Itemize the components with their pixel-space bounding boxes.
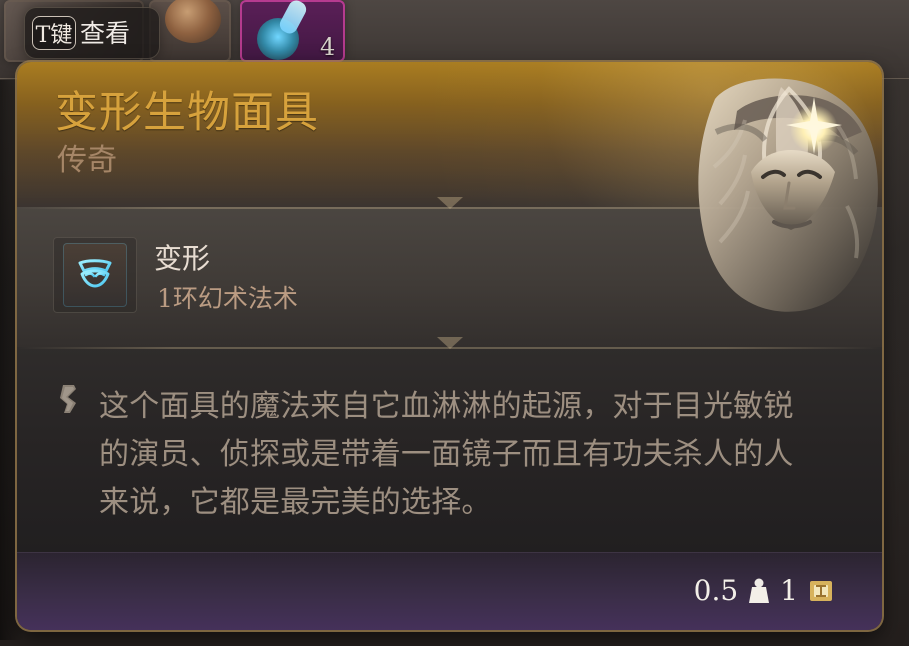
lore-icon [56, 379, 84, 419]
tooltip-footer: 0.5 1 [17, 552, 882, 630]
inspect-label: 查看 [80, 18, 131, 48]
inspect-button[interactable]: T键 查看 [24, 7, 160, 59]
mask-spell-icon [63, 243, 127, 307]
spell-icon-frame [53, 237, 137, 313]
gold-value: 1 [780, 574, 798, 607]
weight-value: 0.5 [693, 574, 739, 607]
description-section: 这个面具的魔法来自它血淋淋的起源，对于目光敏锐 的演员、侦探或是带着一面镜子而且… [17, 337, 882, 552]
inspect-key: T键 [32, 16, 76, 50]
weight-icon [748, 577, 770, 605]
spell-level: 1环幻术法术 [157, 284, 298, 313]
item-mask-illustration [642, 62, 882, 314]
item-stats: 0.5 1 [694, 577, 834, 605]
item-title: 变形生物面具 [55, 88, 319, 138]
section-separator [437, 197, 463, 211]
spell-name: 变形 [154, 242, 211, 275]
game-ui-scene: 4 T键 查看 变形生物面具 传奇 变形 1环幻术法术 这个面具的魔法来自它血淋… [0, 0, 909, 646]
item-tooltip: 变形生物面具 传奇 变形 1环幻术法术 这个面具的魔法来自它血淋淋的起源，对于目… [17, 62, 882, 630]
item-rarity: 传奇 [57, 143, 117, 178]
stack-count: 4 [320, 33, 336, 61]
gold-icon [808, 578, 834, 604]
item-description: 这个面具的魔法来自它血淋淋的起源，对于目光敏锐 的演员、侦探或是带着一面镜子而且… [99, 389, 794, 520]
section-separator-lower [437, 337, 463, 351]
